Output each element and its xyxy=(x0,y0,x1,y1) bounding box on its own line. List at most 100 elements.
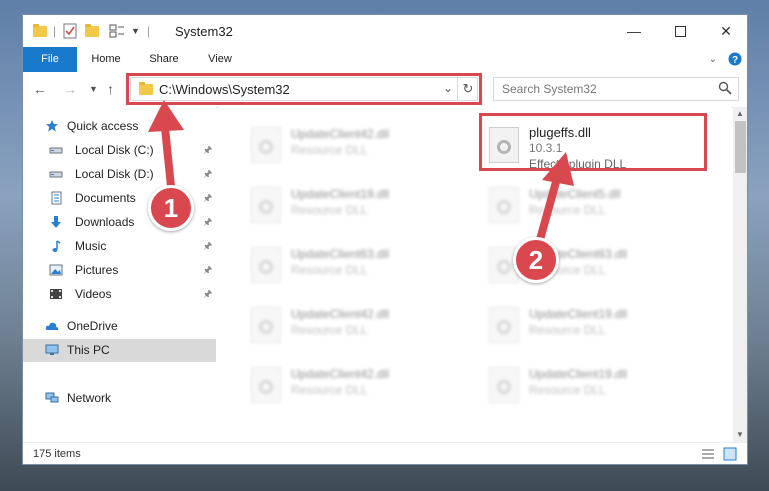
pin-icon[interactable]: 🖈 xyxy=(203,263,212,280)
callout-badge-2: 2 xyxy=(513,237,559,283)
file-item[interactable]: UpdateClient19.dll Resource DLL xyxy=(481,361,711,411)
file-type: Resource DLL xyxy=(291,323,368,337)
pin-icon[interactable]: 🖈 xyxy=(203,287,212,304)
expand-ribbon-chevron-icon[interactable]: ⌄ xyxy=(705,47,721,72)
close-button[interactable]: ✕ xyxy=(703,15,747,47)
sidebar-item-label: Music xyxy=(75,239,107,253)
pin-icon[interactable]: 🖈 xyxy=(203,167,212,184)
back-arrow-icon[interactable]: ← xyxy=(33,81,47,97)
pin-icon[interactable]: 🖈 xyxy=(203,215,212,232)
computer-icon xyxy=(45,344,59,355)
file-name: UpdateClient19.dll xyxy=(291,187,390,201)
dll-file-icon xyxy=(489,307,519,343)
dll-file-icon xyxy=(251,307,281,343)
sidebar-item-label: Pictures xyxy=(75,263,119,277)
file-item[interactable]: UpdateClient5.dll Resource DLL xyxy=(481,181,711,231)
file-item[interactable]: UpdateClient63.dll Resource DLL xyxy=(243,241,473,291)
pin-icon[interactable]: 🖈 xyxy=(203,239,212,256)
pin-icon[interactable]: 🖈 xyxy=(203,191,212,208)
sidebar-item-music[interactable]: Music 🖈 xyxy=(23,235,216,258)
customize-toolbar-chevron-icon[interactable]: ▼ xyxy=(131,23,140,39)
file-name: UpdateClient19.dll xyxy=(529,367,628,381)
network-icon xyxy=(45,392,59,403)
sidebar-item-label: Quick access xyxy=(67,119,139,133)
star-icon xyxy=(46,120,58,132)
sidebar-item-label: OneDrive xyxy=(67,319,118,333)
pin-icon[interactable]: 🖈 xyxy=(203,143,212,160)
dll-file-icon xyxy=(489,367,519,403)
scroll-up-arrow-icon[interactable]: ▲ xyxy=(736,109,744,118)
up-arrow-icon[interactable]: ↑ xyxy=(107,81,114,97)
file-item[interactable]: UpdateClient42.dll Resource DLL xyxy=(243,121,473,171)
callout-badge-1: 1 xyxy=(148,185,194,231)
ribbon-tabs: File Home Share View ⌄ ? xyxy=(23,47,747,72)
file-name: UpdateClient63.dll xyxy=(291,247,390,261)
vertical-scrollbar[interactable]: ▲ ▼ xyxy=(733,107,747,442)
dll-file-icon xyxy=(251,127,281,163)
search-placeholder: Search System32 xyxy=(502,82,597,96)
sidebar-item-local-disk-c[interactable]: Local Disk (C:) 🖈 xyxy=(23,139,216,162)
sidebar-item-pictures[interactable]: Pictures 🖈 xyxy=(23,259,216,282)
search-icon xyxy=(718,81,732,98)
details-view-icon[interactable] xyxy=(701,448,715,463)
sidebar-item-videos[interactable]: Videos 🖈 xyxy=(23,283,216,306)
address-bar-highlight xyxy=(126,73,482,105)
drive-icon xyxy=(49,171,63,178)
music-icon xyxy=(52,240,61,252)
documents-icon xyxy=(51,191,62,205)
file-item[interactable]: UpdateClient19.dll Resource DLL xyxy=(481,301,711,351)
sidebar-item-quick-access[interactable]: Quick access xyxy=(23,115,216,138)
new-folder-icon[interactable] xyxy=(85,23,99,39)
forward-arrow-icon[interactable]: → xyxy=(63,81,77,97)
view-options-icon[interactable] xyxy=(109,23,125,39)
tab-view[interactable]: View xyxy=(195,47,245,72)
sidebar-item-onedrive[interactable]: OneDrive xyxy=(23,315,216,338)
sidebar-item-label: Local Disk (D:) xyxy=(75,167,154,181)
tab-share[interactable]: Share xyxy=(139,47,189,72)
explorer-window: | ▼ | System32 — ✕ File Home Share View … xyxy=(22,14,748,465)
window-title: System32 xyxy=(175,24,233,39)
sidebar-item-label: Videos xyxy=(75,287,112,301)
large-icons-view-icon[interactable] xyxy=(723,447,737,464)
help-button[interactable]: ? xyxy=(725,47,745,72)
file-highlight xyxy=(479,113,707,171)
videos-icon xyxy=(50,289,62,299)
file-type: Resource DLL xyxy=(529,383,606,397)
sidebar-item-local-disk-d[interactable]: Local Disk (D:) 🖈 xyxy=(23,163,216,186)
sidebar-item-network[interactable]: Network xyxy=(23,387,216,410)
file-name: UpdateClient42.dll xyxy=(291,307,390,321)
sidebar-item-label: Downloads xyxy=(75,215,135,229)
file-name: UpdateClient5.dll xyxy=(529,187,621,201)
recent-locations-chevron-icon[interactable]: ▼ xyxy=(89,84,98,94)
file-type: Resource DLL xyxy=(291,143,368,157)
sidebar-item-this-pc[interactable]: This PC xyxy=(23,339,216,362)
file-item[interactable]: UpdateClient42.dll Resource DLL xyxy=(243,301,473,351)
sidebar-item-label: This PC xyxy=(67,343,110,357)
file-type: Resource DLL xyxy=(529,203,606,217)
navigation-pane: Quick access Local Disk (C:) 🖈 Local Dis… xyxy=(23,107,216,442)
sidebar-item-label: Documents xyxy=(75,191,136,205)
maximize-button[interactable] xyxy=(657,15,703,47)
properties-icon[interactable] xyxy=(63,23,77,39)
file-item[interactable]: UpdateClient42.dll Resource DLL xyxy=(243,361,473,411)
file-name: UpdateClient42.dll xyxy=(291,367,390,381)
sidebar-item-label: Local Disk (C:) xyxy=(75,143,154,157)
cloud-icon xyxy=(45,322,59,330)
search-input[interactable]: Search System32 xyxy=(493,77,739,101)
file-type: Resource DLL xyxy=(291,203,368,217)
status-bar: 175 items xyxy=(23,442,747,464)
folder-icon xyxy=(33,23,47,39)
scroll-down-arrow-icon[interactable]: ▼ xyxy=(736,430,744,439)
svg-text:?: ? xyxy=(732,55,738,66)
dll-file-icon xyxy=(251,247,281,283)
tab-file[interactable]: File xyxy=(23,47,77,72)
file-type: Resource DLL xyxy=(291,383,368,397)
dll-file-icon xyxy=(251,367,281,403)
minimize-button[interactable]: — xyxy=(611,15,657,47)
scroll-thumb[interactable] xyxy=(735,121,746,173)
sidebar-item-label: Network xyxy=(67,391,112,405)
file-item[interactable]: UpdateClient19.dll Resource DLL xyxy=(243,181,473,231)
dll-file-icon xyxy=(251,187,281,223)
tab-home[interactable]: Home xyxy=(81,47,131,72)
file-list: UpdateClient42.dll Resource DLL plugeffs… xyxy=(219,107,731,442)
